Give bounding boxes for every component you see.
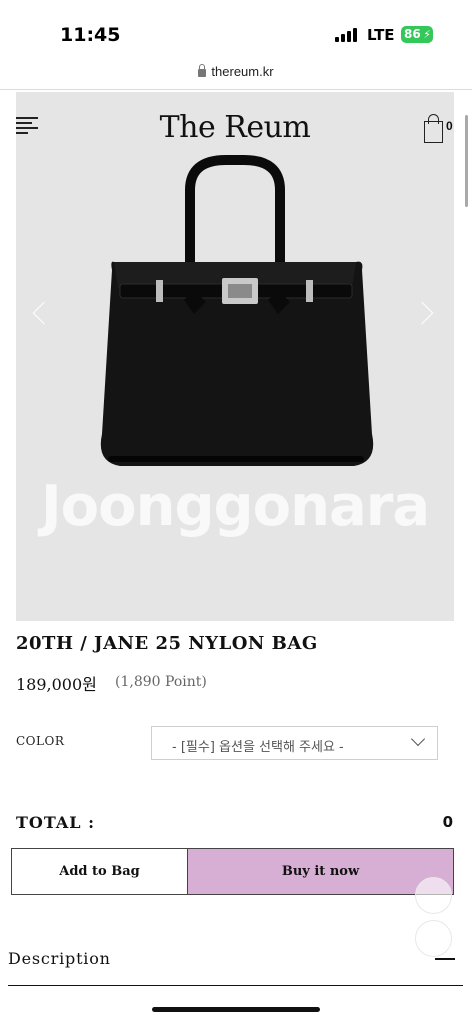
buy-now-button[interactable]: Buy it now [187,848,454,895]
floating-button-bottom[interactable] [415,920,452,957]
battery-level: 86 [404,27,421,41]
lock-icon [198,64,207,77]
divider [8,985,463,986]
product-points: (1,890 Point) [115,674,207,690]
floating-button-top[interactable] [415,877,452,914]
site-header: The Reum 0 [0,92,462,162]
description-heading[interactable]: Description [8,949,111,968]
network-type: LTE [367,26,395,44]
color-select[interactable]: - [필수] 옵션을 선택해 주세요 - [151,726,438,760]
add-to-bag-button[interactable]: Add to Bag [11,848,188,895]
prev-image-arrow[interactable] [30,298,50,328]
status-bar: 11:45 LTE 86 ⚡ [0,0,472,58]
watermark: Joonggonara [40,474,430,539]
bag-image [100,155,374,466]
battery-icon: 86 ⚡ [401,26,433,43]
product-title: 20TH / JANE 25 NYLON BAG [16,633,318,654]
cart-button[interactable]: 0 [423,114,457,144]
total-label: TOTAL : [16,813,96,832]
collapse-icon[interactable] [435,958,455,960]
chevron-down-icon [410,731,426,747]
color-select-value: - [필수] 옵션을 선택해 주세요 - [172,740,344,755]
status-time: 11:45 [60,24,121,46]
url-bar[interactable]: thereum.kr [0,58,472,90]
signal-icon [335,28,359,42]
scrollbar[interactable] [465,115,468,207]
product-image[interactable] [16,92,454,621]
home-indicator[interactable] [152,1007,320,1012]
total-value: 0 [442,813,453,831]
charging-icon: ⚡ [423,28,431,41]
site-logo[interactable]: The Reum [0,110,470,145]
product-price: 189,000원 [16,675,97,694]
cart-count: 0 [446,119,453,133]
url-text: thereum.kr [211,64,274,79]
color-label: COLOR [16,734,65,748]
next-image-arrow[interactable] [416,298,436,328]
shopping-bag-icon [424,121,443,143]
